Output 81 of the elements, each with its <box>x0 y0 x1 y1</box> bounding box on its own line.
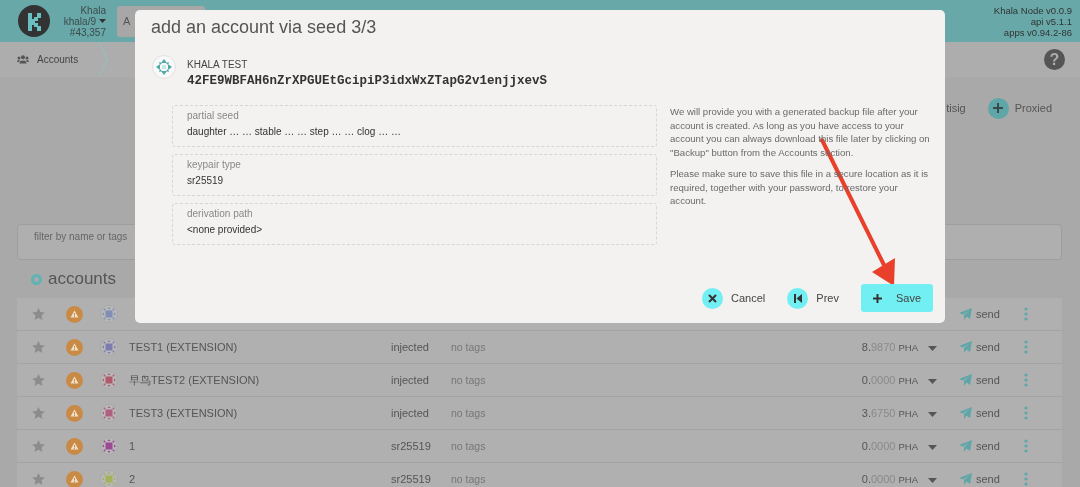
star-icon[interactable] <box>31 308 45 320</box>
send-button[interactable]: send <box>976 308 1010 320</box>
ring-icon <box>31 273 42 285</box>
star-icon[interactable] <box>31 341 45 353</box>
readonly-field: keypair type sr25519 <box>172 154 657 196</box>
send-icon <box>958 308 972 320</box>
star-icon[interactable] <box>31 473 45 485</box>
warning-icon <box>65 437 83 455</box>
caret-icon[interactable] <box>928 478 937 483</box>
warning-icon <box>65 338 83 356</box>
identicon-icon <box>100 371 118 389</box>
close-icon <box>708 293 718 303</box>
section-title: accounts <box>48 269 117 289</box>
identicon-icon <box>100 305 118 323</box>
dialog-button[interactable]: Prev <box>787 287 843 309</box>
send-icon <box>958 341 972 353</box>
star-icon[interactable] <box>31 440 45 452</box>
star-icon[interactable] <box>31 374 45 386</box>
star-icon[interactable] <box>31 407 45 419</box>
readonly-field: partial seed daughter … … stable … … step … … clog … … <box>172 105 657 147</box>
more-icon[interactable] <box>1024 340 1028 354</box>
chain-account: khala/9 <box>63 15 96 27</box>
version-text: api v5.1.1 <box>1030 15 1072 27</box>
send-icon <box>958 473 972 485</box>
readonly-field: derivation path <none provided> <box>172 203 657 245</box>
warning-icon <box>65 470 83 487</box>
account-name: TEST3 (EXTENSION) <box>129 407 239 419</box>
chevron-icon <box>98 42 109 77</box>
send-icon <box>958 440 972 452</box>
previous-icon <box>793 293 803 303</box>
account-type: sr25519 <box>391 440 432 452</box>
block-number: #43,357 <box>69 26 106 38</box>
send-icon <box>958 407 972 419</box>
account-name: KHALA TEST <box>187 59 249 70</box>
caret-icon[interactable] <box>928 346 937 351</box>
send-button[interactable]: send <box>976 440 1010 452</box>
proxied-button[interactable]: Proxied <box>987 97 1052 119</box>
account-type: injected <box>391 341 430 353</box>
account-name: 1 <box>129 440 137 452</box>
account-type: injected <box>391 374 430 386</box>
send-button[interactable]: send <box>976 473 1010 485</box>
identicon-icon <box>100 338 118 356</box>
more-icon[interactable] <box>1024 406 1028 420</box>
caret-icon[interactable] <box>928 412 937 417</box>
dialog-title: add an account via seed 3/3 <box>151 17 377 39</box>
chain-name: Khala <box>80 4 106 16</box>
caret-icon[interactable] <box>928 445 937 450</box>
identicon-icon <box>152 55 176 79</box>
account-type: injected <box>391 407 430 419</box>
button-label: Proxied <box>1014 102 1052 114</box>
send-button[interactable]: send <box>976 407 1010 419</box>
help-button[interactable]: ? <box>1044 49 1065 70</box>
identicon-icon <box>100 404 118 422</box>
version-text: Khala Node v0.0.9 <box>993 4 1072 16</box>
identicon-icon <box>100 437 118 455</box>
plus-icon <box>993 103 1004 113</box>
save-button[interactable]: Save <box>860 284 933 312</box>
warning-icon <box>65 305 83 323</box>
more-icon[interactable] <box>1024 307 1028 321</box>
send-button[interactable]: send <box>976 374 1010 386</box>
plus-icon <box>872 293 882 303</box>
warning-icon <box>65 404 83 422</box>
account-name: 2 <box>129 473 137 485</box>
dialog-button[interactable]: Cancel <box>702 287 770 309</box>
account-name: TEST1 (EXTENSION) <box>129 341 239 353</box>
more-icon[interactable] <box>1024 439 1028 453</box>
multisig-button[interactable]: tisig <box>946 102 966 114</box>
logo-icon <box>18 5 50 37</box>
warning-icon <box>65 371 83 389</box>
more-icon[interactable] <box>1024 472 1028 486</box>
send-button[interactable]: send <box>976 341 1010 353</box>
people-icon <box>17 55 29 64</box>
account-address: 42FE9WBFAH6nZrXPGUEtGcipiP3idxWxZTapG2v1enjjxevS <box>187 74 548 88</box>
account-name: 早鸟TEST2 (EXTENSION) <box>129 372 261 388</box>
version-text: apps v0.94.2-86 <box>1003 26 1072 38</box>
account-type: sr25519 <box>391 473 432 485</box>
caret-icon[interactable] <box>928 379 937 384</box>
send-icon <box>958 374 972 386</box>
more-icon[interactable] <box>1024 373 1028 387</box>
breadcrumb-item[interactable]: Accounts <box>37 54 79 65</box>
caret-icon[interactable] <box>99 19 106 23</box>
